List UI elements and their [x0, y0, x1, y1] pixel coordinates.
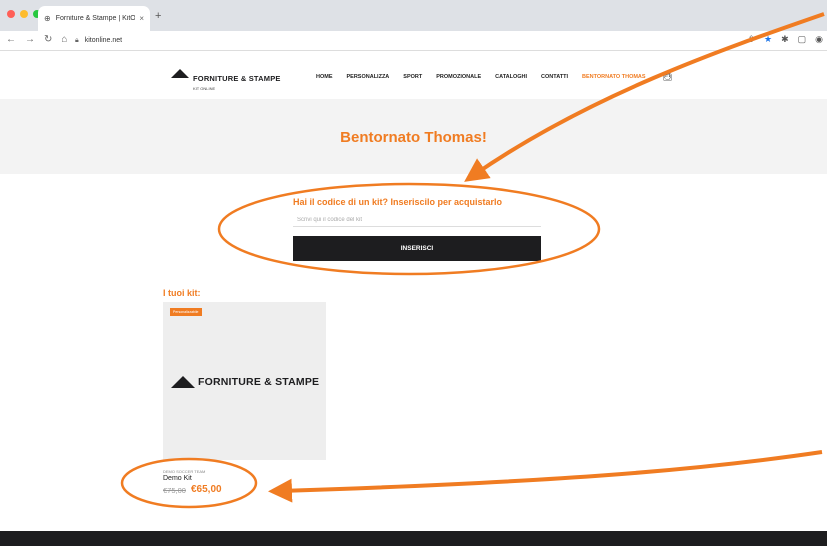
menu-item-contatti[interactable]: CONTATTI	[541, 74, 568, 80]
url-field[interactable]: 🔒︎ kitonline.net	[75, 33, 122, 48]
kit-old-price: €75,00	[163, 486, 186, 495]
new-tab-button[interactable]: +	[155, 10, 161, 22]
kit-logo: FORNITURE & STAMPE	[171, 376, 319, 388]
browser-tab[interactable]: ⊕ Forniture & Stampe | KitOnLine ×	[38, 6, 150, 31]
menu-item-cataloghi[interactable]: CATALOGHI	[495, 74, 527, 80]
my-kits-title: I tuoi kit:	[163, 288, 201, 298]
welcome-title: Bentornato Thomas!	[340, 129, 487, 146]
browser-tab-bar: ⊕ Forniture & Stampe | KitOnLine × +	[0, 0, 827, 31]
bookmark-star-icon[interactable]: ★	[764, 34, 772, 45]
site-footer	[0, 531, 827, 546]
profile-icon[interactable]: ◉	[815, 34, 823, 45]
logo-brand-text: FORNITURE & STAMPE	[193, 74, 281, 83]
url-text: kitonline.net	[84, 37, 123, 44]
kit-name[interactable]: Demo Kit	[163, 475, 192, 482]
kit-code-input[interactable]	[293, 213, 541, 227]
menu-item-sport[interactable]: SPORT	[403, 74, 422, 80]
lock-icon: 🔒︎	[75, 36, 79, 44]
kit-price: €65,00	[191, 484, 222, 495]
kit-code-title: Hai il codice di un kit? Inseriscilo per…	[293, 197, 503, 207]
globe-icon: ⊕	[44, 14, 51, 23]
sidebar-icon[interactable]: ▢	[798, 34, 807, 45]
menu-item-personalizza[interactable]: PERSONALIZZA	[347, 74, 390, 80]
highlight-ellipse-kit-info	[120, 457, 258, 509]
site-logo[interactable]: FORNITURE & STAMPE KIT ONLINE	[171, 68, 281, 91]
logo-mountain-icon	[171, 69, 189, 78]
arrow-to-kit-info	[268, 450, 823, 503]
welcome-banner: Bentornato Thomas!	[0, 99, 827, 174]
logo-sub-text: KIT ONLINE	[193, 86, 216, 91]
share-icon[interactable]: ⇪	[747, 34, 755, 45]
menu-item-account[interactable]: BENTORNATO THOMAS	[582, 74, 646, 80]
back-icon[interactable]: ←	[6, 34, 16, 45]
reload-icon[interactable]: ↻	[44, 34, 52, 45]
forward-icon[interactable]: →	[25, 34, 35, 45]
menu-item-promozionale[interactable]: PROMOZIONALE	[436, 74, 481, 80]
site-header: FORNITURE & STAMPE KIT ONLINE HOME PERSO…	[0, 51, 827, 99]
close-tab-icon[interactable]: ×	[139, 14, 144, 23]
menu-item-home[interactable]: HOME	[316, 74, 333, 80]
tab-title: Forniture & Stampe | KitOnLine	[55, 15, 136, 22]
kit-card-image[interactable]: Personalizzabile FORNITURE & STAMPE	[163, 302, 326, 460]
main-menu: HOME PERSONALIZZA SPORT PROMOZIONALE CAT…	[316, 74, 660, 80]
kit-badge: Personalizzabile	[170, 308, 202, 316]
home-icon[interactable]: ⌂	[61, 34, 67, 45]
window-controls	[7, 10, 41, 18]
kit-logo-text: FORNITURE & STAMPE	[198, 376, 320, 388]
bag-icon[interactable]: 👜︎	[662, 71, 673, 82]
minimize-window-button[interactable]	[20, 10, 28, 18]
insert-button[interactable]: INSERISCI	[293, 236, 541, 261]
extensions-icon[interactable]: ✱	[781, 34, 789, 45]
close-window-button[interactable]	[7, 10, 15, 18]
address-bar-row: ← → ↻ ⌂ 🔒︎ kitonline.net ⇪ ★ ✱ ▢ ◉	[0, 31, 827, 51]
mountain-logo-icon	[171, 376, 195, 388]
kit-category: DEMO SOCCER TEAM	[163, 469, 206, 474]
